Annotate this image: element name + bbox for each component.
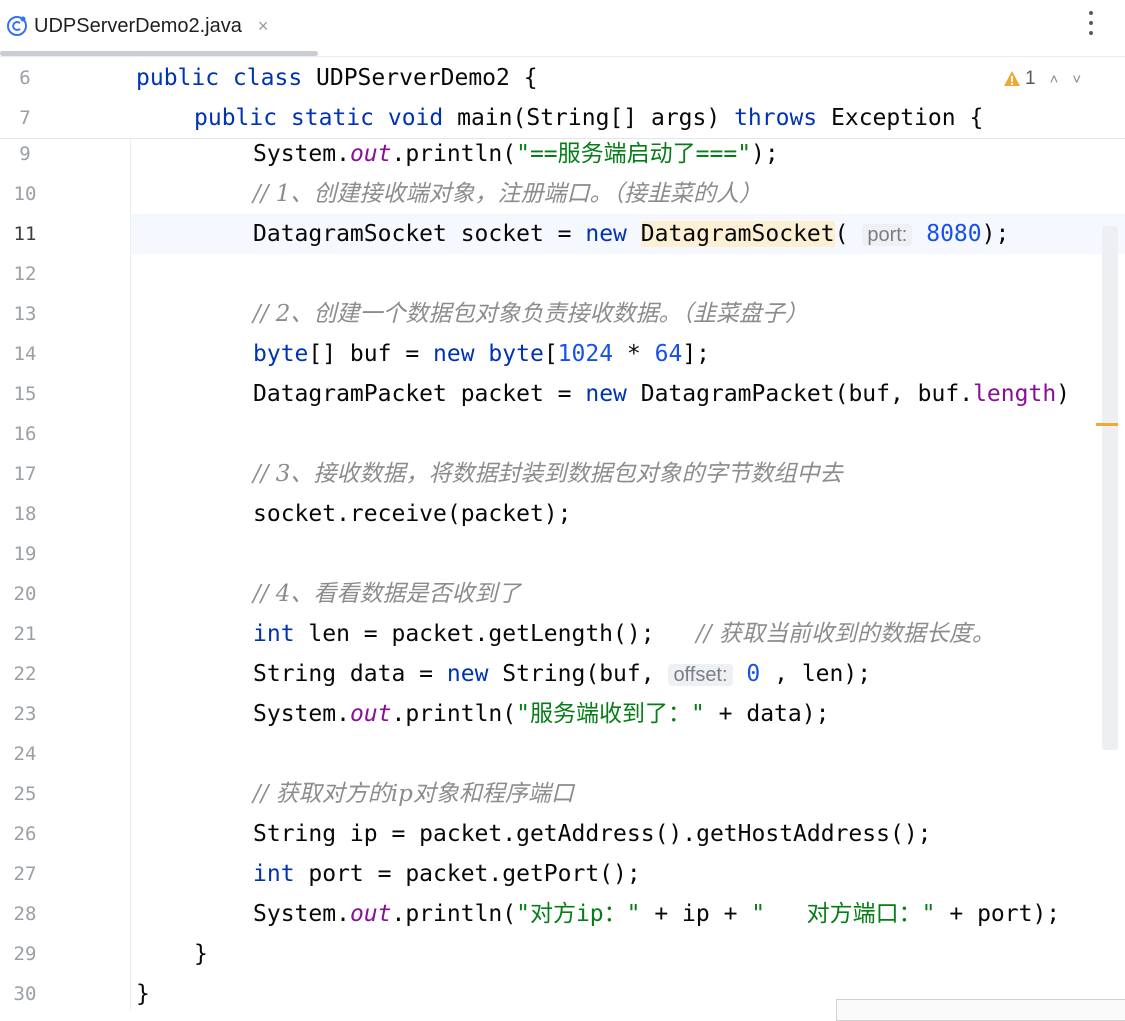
line-number: 25 — [13, 783, 37, 805]
sticky-header: 6 public class UDPServerDemo2 { 7 public… — [0, 58, 1125, 139]
code-line: 16 — [0, 414, 1125, 454]
line-number: 12 — [13, 263, 37, 285]
code-line: 26 String ip = packet.getAddress().getHo… — [0, 814, 1125, 854]
code-line: 18 socket.receive(packet); — [0, 494, 1125, 534]
popup-edge — [836, 999, 1125, 1021]
line-number: 13 — [13, 303, 37, 325]
warning-stripe-marker[interactable] — [1096, 423, 1118, 426]
code-line: 27 int port = packet.getPort(); — [0, 854, 1125, 894]
line-number: 19 — [13, 543, 37, 565]
code-line: 6 public class UDPServerDemo2 { — [0, 58, 1125, 98]
line-number: 27 — [13, 863, 37, 885]
code-line: 25 // 获取对方的ip对象和程序端口 — [0, 774, 1125, 814]
code-line: 10 // 1、创建接收端对象，注册端口。（接韭菜的人） — [0, 174, 1125, 214]
code-line: 15 DatagramPacket packet = new DatagramP… — [0, 374, 1125, 414]
line-number: 30 — [13, 983, 37, 1005]
chevron-up-icon[interactable]: ˄ — [1050, 71, 1059, 88]
warning-count: 1 — [1025, 68, 1036, 89]
more-vertical-icon[interactable] — [1083, 8, 1099, 38]
line-number: 29 — [13, 943, 37, 965]
code-line: 13 // 2、创建一个数据包对象负责接收数据。（韭菜盘子） — [0, 294, 1125, 334]
code-line: 14 byte[] buf = new byte[1024 * 64]; — [0, 334, 1125, 374]
vertical-scrollbar[interactable] — [1102, 226, 1118, 750]
tab-close-icon[interactable]: × — [258, 16, 269, 37]
parameter-hint: port: — [862, 224, 913, 246]
code-line: 22 String data = new String(buf, offset:… — [0, 654, 1125, 694]
warning-triangle-icon — [1004, 71, 1020, 86]
line-number: 6 — [19, 67, 31, 89]
line-number: 17 — [13, 463, 37, 485]
code-line: 24 — [0, 734, 1125, 774]
code-line: 9 System.out.println("==服务端启动了==="); — [0, 134, 1125, 174]
editor-tab-bar: UDPServerDemo2.java × — [0, 0, 1125, 57]
code-line: 23 System.out.println("服务端收到了：" + data); — [0, 694, 1125, 734]
active-tab-indicator — [0, 51, 318, 56]
line-number: 7 — [19, 107, 31, 129]
line-number: 9 — [19, 143, 31, 165]
parameter-hint: offset: — [668, 664, 733, 686]
code-line: 19 — [0, 534, 1125, 574]
code-line: 12 — [0, 254, 1125, 294]
line-number: 20 — [13, 583, 37, 605]
code-line: 20 // 4、看看数据是否收到了 — [0, 574, 1125, 614]
tab-filename: UDPServerDemo2.java — [34, 14, 242, 37]
line-number: 16 — [13, 423, 37, 445]
line-number: 21 — [13, 623, 37, 645]
line-number: 15 — [13, 383, 37, 405]
line-number: 23 — [13, 703, 37, 725]
code-line: 17 // 3、接收数据，将数据封装到数据包对象的字节数组中去 — [0, 454, 1125, 494]
code-line: 28 System.out.println("对方ip：" + ip + " 对… — [0, 894, 1125, 934]
chevron-down-icon[interactable]: ˅ — [1072, 71, 1081, 88]
line-number: 24 — [13, 743, 37, 765]
code-line: 21 int len = packet.getLength(); // 获取当前… — [0, 614, 1125, 654]
line-number: 10 — [13, 183, 37, 205]
editor-tab[interactable]: UDPServerDemo2.java × — [0, 0, 278, 52]
line-number: 14 — [13, 343, 37, 365]
class-icon — [7, 16, 27, 36]
code-line: 7 public static void main(String[] args)… — [0, 98, 1125, 138]
line-number: 26 — [13, 823, 37, 845]
line-number: 18 — [13, 503, 37, 525]
inspection-widget[interactable]: 1 ˄ ˅ — [1003, 68, 1081, 90]
line-number: 11 — [13, 223, 37, 245]
line-number: 22 — [13, 663, 37, 685]
code-editor[interactable]: 6 public class UDPServerDemo2 { 7 public… — [0, 58, 1125, 1010]
code-line: 29 } — [0, 934, 1125, 974]
code-line: 11 DatagramSocket socket = new DatagramS… — [0, 214, 1125, 254]
line-number: 28 — [13, 903, 37, 925]
